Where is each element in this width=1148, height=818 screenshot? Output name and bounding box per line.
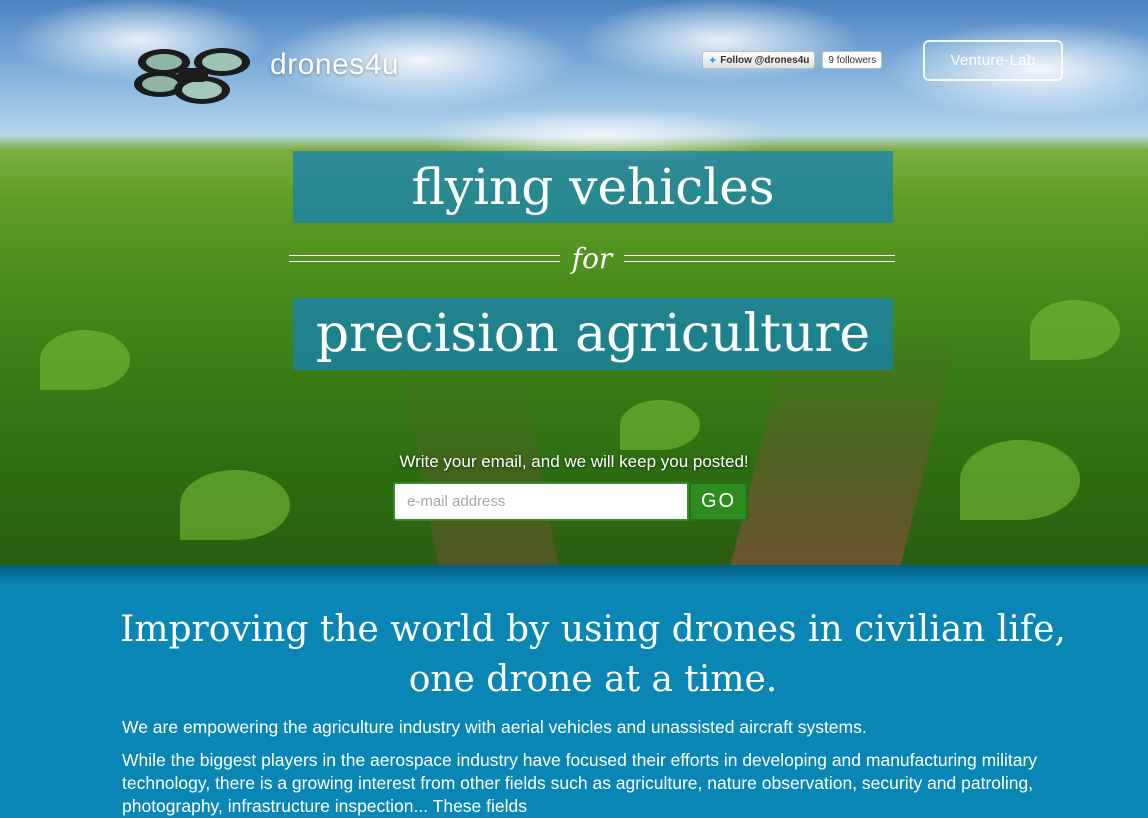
go-button[interactable]: GO — [689, 482, 748, 521]
section-shadow — [0, 565, 1148, 585]
leaf-decoration — [620, 400, 700, 450]
leaf-decoration — [1030, 300, 1120, 360]
tagline: Improving the world by using drones in c… — [120, 609, 1066, 700]
about-paragraph-2: While the biggest players in the aerospa… — [122, 750, 1038, 816]
divider-line — [289, 254, 560, 262]
headline-line-2: precision agriculture — [293, 298, 893, 370]
signup-prompt: Write your email, and we will keep you p… — [399, 452, 749, 471]
leaf-decoration — [40, 330, 130, 390]
twitter-follow-button[interactable]: ✦ Follow @drones4u — [702, 51, 816, 69]
leaf-decoration — [180, 470, 290, 540]
email-input[interactable] — [393, 482, 689, 521]
twitter-bird-icon: ✦ — [708, 54, 718, 67]
twitter-follow-widget[interactable]: ✦ Follow @drones4u 9 followers — [702, 51, 883, 69]
divider-line — [624, 254, 896, 262]
headline-connector: for — [289, 240, 896, 276]
connector-word: for — [571, 241, 613, 275]
headline-line-1: flying vehicles — [293, 151, 893, 223]
twitter-follower-count[interactable]: 9 followers — [822, 51, 883, 69]
twitter-follow-label: Follow @drones4u — [720, 54, 810, 66]
hero-banner: drones4u ✦ Follow @drones4u 9 followers … — [0, 0, 1148, 565]
quadcopter-logo-icon[interactable] — [130, 40, 252, 106]
brand-name[interactable]: drones4u — [270, 48, 399, 82]
about-section: Improving the world by using drones in c… — [0, 565, 1148, 816]
about-paragraph-1: We are empowering the agriculture indust… — [122, 717, 867, 737]
venture-lab-button[interactable]: Venture-Lab — [923, 40, 1063, 81]
